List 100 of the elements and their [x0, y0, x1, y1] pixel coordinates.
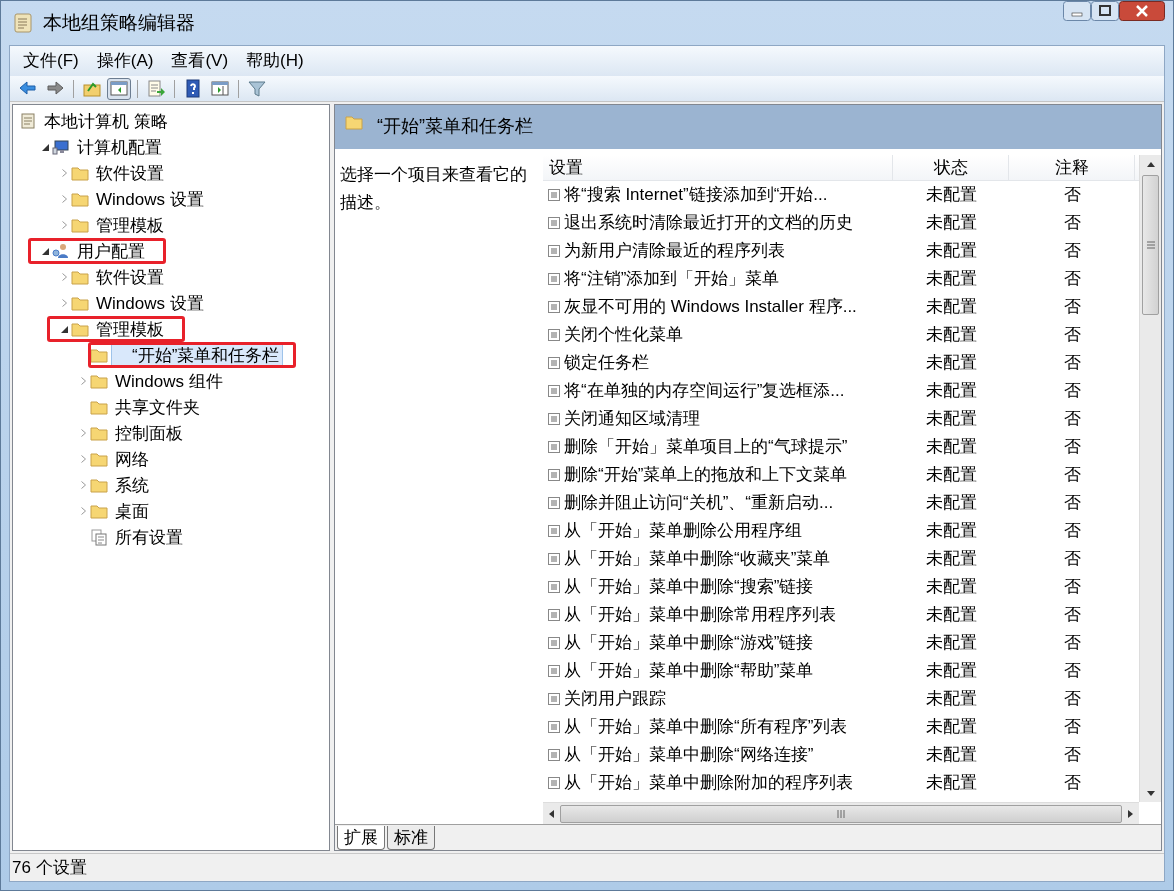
menu-item[interactable]: 文件(F): [16, 48, 86, 74]
setting-name[interactable]: 从「开始」菜单中删除附加的程序列表: [564, 770, 853, 796]
table-cell-text: 否: [1062, 660, 1082, 683]
setting-icon: [547, 384, 561, 398]
setting-name[interactable]: 删除「开始」菜单项目上的“气球提示”: [564, 434, 848, 460]
scroll-right-arrow-icon: [1128, 809, 1134, 818]
vertical-scrollbar[interactable]: [1139, 155, 1161, 802]
setting-name[interactable]: 退出系统时清除最近打开的文档的历史: [564, 210, 853, 236]
column-header[interactable]: 注释: [1009, 155, 1135, 180]
setting-name[interactable]: 将“注销”添加到「开始」菜单: [564, 266, 780, 292]
folder-icon: [90, 398, 108, 416]
table-cell-text: 未配置: [924, 772, 978, 795]
console-tree-button[interactable]: [107, 77, 131, 100]
setting-name[interactable]: 从「开始」菜单中删除“搜索”链接: [564, 574, 814, 600]
setting-name[interactable]: 为新用户清除最近的程序列表: [564, 238, 785, 264]
table-cell-text: 未配置: [924, 268, 978, 291]
description-text: 选择一个项目来查看它的描述。: [339, 164, 528, 214]
setting-name[interactable]: 灰显不可用的 Windows Installer 程序...: [564, 294, 857, 320]
table-cell-text: 否: [1062, 772, 1082, 795]
tree-item[interactable]: 共享文件夹: [111, 395, 204, 419]
setting-name[interactable]: 从「开始」菜单中删除“帮助”菜单: [564, 658, 814, 684]
setting-name[interactable]: 从「开始」菜单中删除“收藏夹”菜单: [564, 546, 831, 572]
setting-name[interactable]: 删除“开始”菜单上的拖放和上下文菜单: [564, 462, 848, 488]
setting-name[interactable]: 将“搜索 Internet”链接添加到“开始...: [564, 182, 828, 208]
expanded-arrow-icon[interactable]: [41, 143, 49, 151]
tab[interactable]: 标准: [387, 826, 435, 850]
menu-item[interactable]: 查看(V): [164, 48, 236, 74]
setting-icon: [547, 356, 561, 370]
tree-item[interactable]: 网络: [111, 447, 153, 471]
tree-item[interactable]: 控制面板: [111, 421, 187, 445]
scroll-thumb[interactable]: [1142, 175, 1159, 315]
setting-name[interactable]: 关闭通知区域清理: [564, 406, 700, 432]
grip-icon: [1146, 241, 1155, 249]
table-cell-text: 未配置: [924, 716, 978, 739]
folder-icon: [71, 164, 89, 182]
horizontal-scrollbar[interactable]: [543, 802, 1139, 824]
tree-item[interactable]: Windows 设置: [92, 291, 208, 315]
table-cell-text: 否: [1062, 324, 1082, 347]
table-cell-text: 否: [1062, 296, 1082, 319]
tree-item[interactable]: 管理模板: [92, 213, 168, 237]
setting-name[interactable]: 锁定任务栏: [564, 350, 649, 376]
setting-icon: [547, 412, 561, 426]
tab[interactable]: 扩展: [337, 826, 385, 850]
setting-name[interactable]: 将“在单独的内存空间运行”复选框添...: [564, 378, 845, 404]
scroll-left-arrow-icon: [548, 809, 554, 818]
scroll-up-arrow-icon: [1146, 161, 1155, 167]
tree-item[interactable]: 所有设置: [111, 525, 187, 549]
column-header[interactable]: 状态: [893, 155, 1009, 180]
tree-item[interactable]: 管理模板: [92, 317, 168, 341]
scroll-down-arrow-icon: [1146, 790, 1155, 796]
setting-name[interactable]: 关闭个性化菜单: [564, 322, 683, 348]
expanded-arrow-icon[interactable]: [60, 325, 68, 333]
setting-name[interactable]: 从「开始」菜单中删除常用程序列表: [564, 602, 836, 628]
setting-icon: [547, 244, 561, 258]
folder-icon: [71, 294, 89, 312]
table-cell-text: 未配置: [924, 604, 978, 627]
export-list-icon: [146, 79, 166, 98]
folder-icon: [90, 450, 108, 468]
table-cell-text: 否: [1062, 352, 1082, 375]
table-cell-text: 未配置: [924, 184, 978, 207]
setting-icon: [547, 636, 561, 650]
setting-icon: [547, 188, 561, 202]
setting-icon: [547, 552, 561, 566]
setting-name[interactable]: 从「开始」菜单删除公用程序组: [564, 518, 802, 544]
table-cell-text: 否: [1062, 688, 1082, 711]
setting-name[interactable]: 从「开始」菜单中删除“所有程序”列表: [564, 714, 848, 740]
table-cell-text: 未配置: [924, 380, 978, 403]
tree-item[interactable]: 软件设置: [92, 161, 168, 185]
tree-item[interactable]: Windows 组件: [111, 369, 227, 393]
table-cell-text: 未配置: [924, 548, 978, 571]
table-cell-text: 否: [1062, 576, 1082, 599]
table-cell-text: 否: [1062, 408, 1082, 431]
setting-name[interactable]: 从「开始」菜单中删除“游戏”链接: [564, 630, 814, 656]
setting-icon: [547, 608, 561, 622]
setting-name[interactable]: 删除并阻止访问“关机”、“重新启动...: [564, 490, 834, 516]
scroll-icon: [19, 112, 37, 130]
setting-icon: [547, 748, 561, 762]
tree-item[interactable]: Windows 设置: [92, 187, 208, 211]
table-cell-text: 否: [1062, 520, 1082, 543]
table-cell-text: 未配置: [924, 324, 978, 347]
setting-name[interactable]: 从「开始」菜单中删除“网络连接”: [564, 742, 814, 768]
tree-item[interactable]: 用户配置: [73, 239, 149, 263]
tree-item[interactable]: 系统: [111, 473, 153, 497]
close-button[interactable]: [1119, 1, 1165, 21]
tree-item[interactable]: 计算机配置: [73, 135, 166, 159]
tree-item[interactable]: 桌面: [111, 499, 153, 523]
scroll-thumb[interactable]: [559, 804, 1123, 823]
setting-name[interactable]: 关闭用户跟踪: [564, 686, 666, 712]
setting-icon: [547, 440, 561, 454]
table-cell-text: 否: [1062, 744, 1082, 767]
setting-icon: [547, 720, 561, 734]
maximize-button[interactable]: [1091, 1, 1119, 21]
table-cell-text: 未配置: [924, 464, 978, 487]
setting-icon: [547, 664, 561, 678]
tree-item[interactable]: 软件设置: [92, 265, 168, 289]
column-header[interactable]: 设置: [543, 155, 893, 180]
menu-item[interactable]: 帮助(H): [239, 48, 311, 74]
menu-item[interactable]: 操作(A): [89, 48, 161, 74]
tree-item[interactable]: 本地计算机 策略: [40, 109, 172, 133]
expanded-arrow-icon[interactable]: [41, 247, 49, 255]
